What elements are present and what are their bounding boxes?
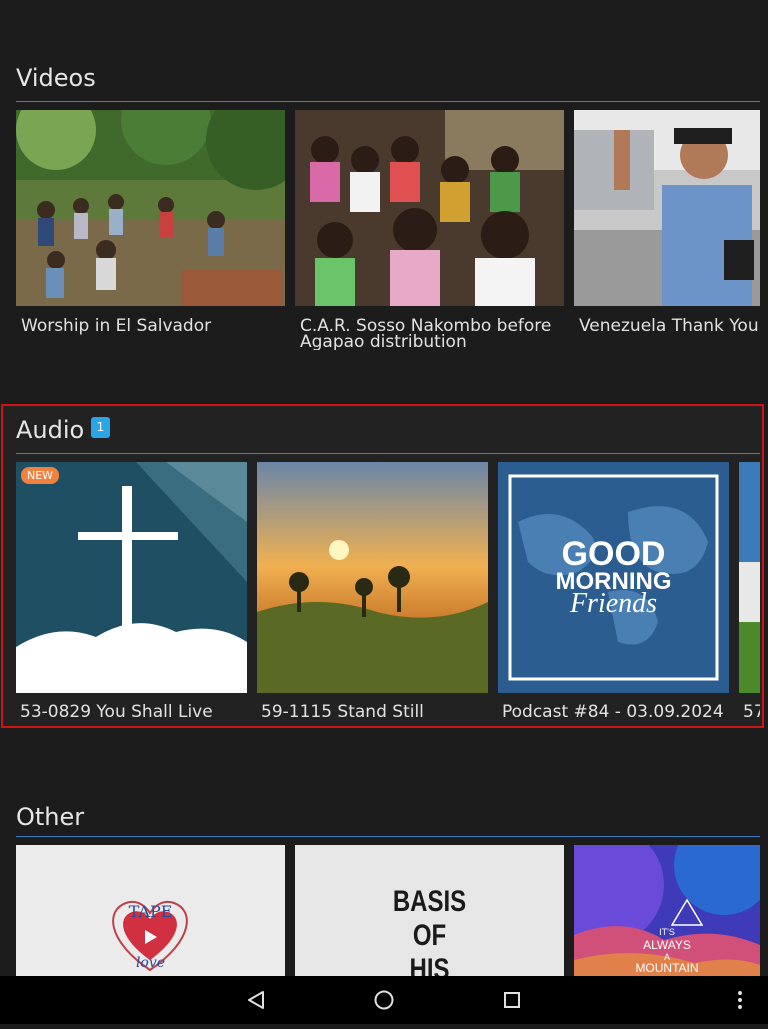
video-thumbnail [295, 110, 564, 306]
video-card[interactable]: Worship in El Salvador [16, 110, 285, 350]
video-caption: C.A.R. Sosso Nakombo before Agapao distr… [300, 316, 552, 351]
audio-title: Audio [16, 416, 85, 444]
audio-card[interactable]: NEW 53-0829 You Shall Live [16, 462, 247, 724]
other-card[interactable]: IT'S ALWAYS A MOUNTAIN [574, 845, 760, 976]
videos-title: Videos [16, 64, 96, 92]
video-thumbnail [574, 110, 760, 306]
video-thumbnail [16, 110, 285, 306]
audio-artwork [739, 462, 760, 693]
video-card[interactable]: Venezuela Thank You [574, 110, 760, 350]
videos-section: Videos Worship in El Salvador C.A.R. Sos… [0, 0, 768, 400]
video-card[interactable]: C.A.R. Sosso Nakombo before Agapao distr… [295, 110, 564, 350]
other-card[interactable]: BASIS OF HIS [295, 845, 564, 976]
audio-card[interactable]: GOOD MORNING Friends Podcast #84 - 03.09… [498, 462, 729, 724]
mountain-art-line1: IT'S [659, 927, 675, 937]
new-badge: NEW [21, 467, 60, 484]
audio-divider [16, 453, 760, 454]
tape-art-line2: love [135, 955, 166, 971]
audio-caption: Podcast #84 - 03.09.2024 [502, 702, 724, 722]
audio-card[interactable]: 57 [739, 462, 760, 724]
basis-art-line1: BASIS [392, 885, 467, 918]
home-circle-icon [374, 990, 394, 1010]
audio-caption: 59-1115 Stand Still [261, 702, 424, 722]
basis-art-line3: HIS [409, 953, 450, 976]
recents-square-icon [504, 992, 520, 1008]
video-caption: Worship in El Salvador [21, 316, 212, 336]
tape-art-line1: TAPE [128, 902, 173, 921]
videos-divider [16, 101, 760, 102]
back-button[interactable] [226, 976, 286, 1024]
system-navigation-bar [0, 976, 768, 1024]
audio-card[interactable]: 59-1115 Stand Still [257, 462, 488, 724]
other-title: Other [16, 803, 85, 831]
audio-artwork [257, 462, 488, 693]
audio-caption: 57 [743, 702, 760, 722]
audio-caption: 53-0829 You Shall Live [20, 702, 213, 722]
mountain-art-line2: ALWAYS [643, 938, 691, 952]
audio-artwork [16, 462, 247, 693]
overflow-menu-icon [738, 991, 742, 1009]
good-morning-art-line3: Friends [569, 588, 658, 619]
home-button[interactable] [354, 976, 414, 1024]
video-caption: Venezuela Thank You [579, 316, 759, 336]
recents-button[interactable] [482, 976, 542, 1024]
back-triangle-icon [248, 991, 264, 1009]
other-divider [16, 836, 760, 837]
audio-artwork: GOOD MORNING Friends [498, 462, 729, 693]
other-section: Other TAPE love BASIS OF HIS IT'S ALWAYS… [0, 790, 768, 976]
audio-count-badge: 1 [91, 417, 110, 438]
basis-art-line2: OF [412, 919, 447, 952]
overflow-menu-button[interactable] [710, 976, 768, 1024]
mountain-art-line4: MOUNTAIN [635, 961, 699, 975]
other-card[interactable]: TAPE love [16, 845, 285, 976]
audio-section: Audio 1 NEW 53-0829 You Shall Live 59-11… [0, 404, 768, 728]
